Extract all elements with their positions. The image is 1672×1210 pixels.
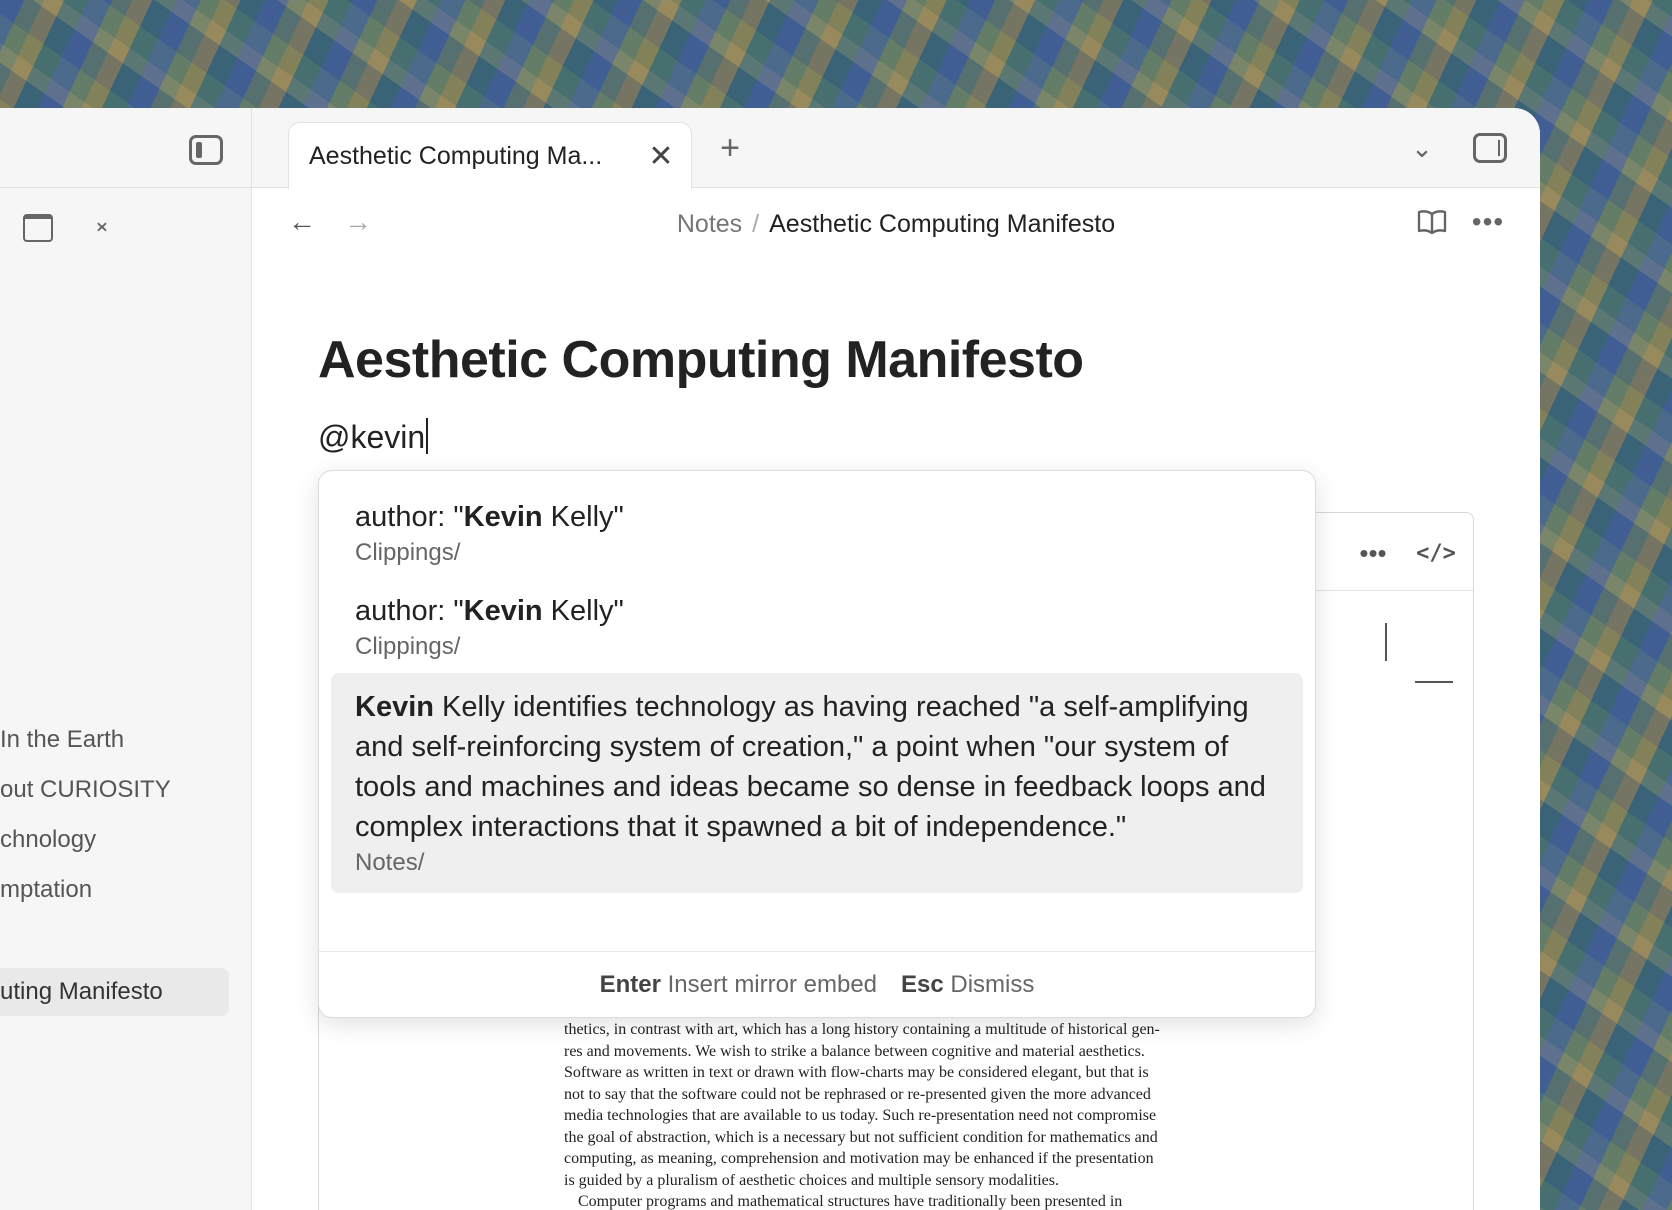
suggestion-hints: Enter Insert mirror embed Esc Dismiss <box>319 951 1315 1017</box>
file-item[interactable]: mptation <box>0 866 240 914</box>
suggestion-path: Clippings/ <box>355 633 461 660</box>
tab-bar: Aesthetic Computing Ma... ✕ + ⌄ <box>252 108 1540 189</box>
new-tab-icon[interactable]: + <box>710 128 750 168</box>
file-item[interactable]: chnology <box>0 816 240 864</box>
suggestion-match: Kevin <box>463 501 543 533</box>
tabs-view-icon[interactable] <box>18 208 58 248</box>
close-tab-icon[interactable]: ✕ <box>641 139 681 174</box>
breadcrumb: Notes / Aesthetic Computing Manifesto <box>252 210 1540 239</box>
file-item-active[interactable]: uting Manifesto <box>0 968 229 1016</box>
breadcrumb-note[interactable]: Aesthetic Computing Manifesto <box>769 210 1115 238</box>
pdf-page-text: thetics, in contrast with art, which has… <box>564 1021 1160 1210</box>
embed-more-icon[interactable]: ••• <box>1353 533 1393 573</box>
suggestion-item[interactable]: author: "Kevin Kelly" Clippings/ <box>331 577 1303 677</box>
embed-text-cursor <box>1385 623 1387 661</box>
suggestion-item[interactable]: author: "Kevin Kelly" Clippings/ <box>331 483 1303 583</box>
editor-line[interactable]: @kevin <box>318 418 429 456</box>
suggestion-path: Notes/ <box>355 849 425 876</box>
view-header: ← → Notes / Aesthetic Computing Manifesto … <box>252 188 1540 258</box>
breadcrumb-separator: / <box>752 210 760 238</box>
suggestion-match: Kevin <box>463 595 543 627</box>
embed-rule <box>1415 681 1453 683</box>
text-caret <box>426 418 429 454</box>
breadcrumb-folder[interactable]: Notes <box>677 210 742 238</box>
code-view-icon[interactable]: </> <box>1415 533 1457 573</box>
tab-active-note[interactable]: Aesthetic Computing Ma... ✕ <box>288 122 692 189</box>
esc-key-hint: Esc <box>901 971 944 998</box>
file-item[interactable]: In the Earth <box>0 716 240 764</box>
reading-view-icon[interactable] <box>1412 202 1452 242</box>
chevron-down-icon[interactable]: ⌄ <box>1402 128 1442 168</box>
enter-key-hint: Enter <box>599 971 661 998</box>
file-item[interactable]: out CURIOSITY <box>0 766 240 814</box>
collapse-all-icon[interactable]: ⌄ ⌃ <box>82 208 122 248</box>
suggestion-item-selected[interactable]: Kevin Kelly identifies technology as hav… <box>331 673 1303 893</box>
suggestion-match: Kevin <box>355 691 434 723</box>
tab-title: Aesthetic Computing Ma... <box>309 141 603 170</box>
suggestion-popover: author: "Kevin Kelly" Clippings/ author:… <box>318 470 1316 1018</box>
sidebar-header <box>0 108 252 188</box>
typed-text: @kevin <box>318 419 426 455</box>
suggestion-path: Clippings/ <box>355 539 461 566</box>
left-sidebar-toggle-icon[interactable] <box>186 130 226 170</box>
more-options-icon[interactable]: ••• <box>1468 202 1508 242</box>
left-sidebar: ⌄ ⌃ In the Earth out CURIOSITY chnology m… <box>0 108 252 1210</box>
note-title[interactable]: Aesthetic Computing Manifesto <box>318 330 1084 390</box>
right-sidebar-toggle-icon[interactable] <box>1470 128 1510 168</box>
